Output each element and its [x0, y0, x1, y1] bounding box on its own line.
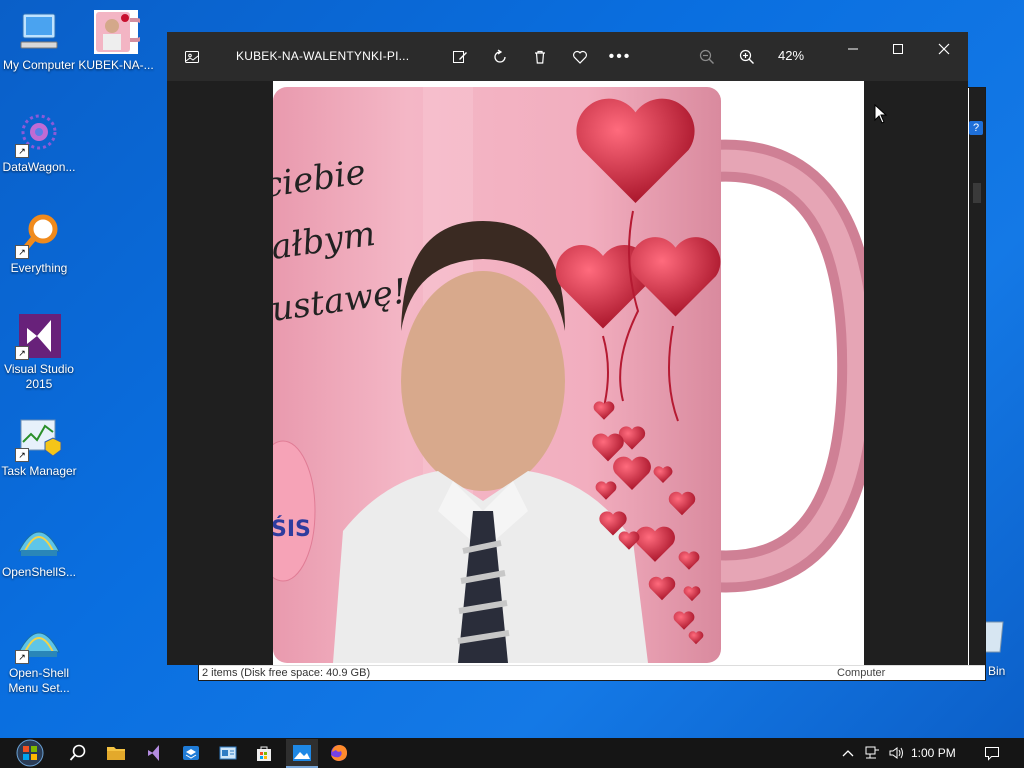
desktop-icon-label: DataWagon... — [2, 160, 76, 174]
image-viewport[interactable]: ciebie ałbym ustawę! ŚIS — [273, 81, 864, 665]
photos-title-bar: KUBEK-NA-WALENTYNKI-PI... ••• 42% — [167, 32, 968, 81]
shortcut-arrow-icon: ↗ — [15, 650, 29, 664]
mouse-cursor-icon — [874, 104, 888, 124]
status-item-count: 2 items (Disk free space: 40.9 GB) — [202, 667, 371, 679]
store-bag-icon — [257, 746, 271, 761]
logo-fragment: ŚIS — [273, 516, 311, 542]
mug-photo: ciebie ałbym ustawę! ŚIS — [273, 87, 864, 663]
shortcut-arrow-icon: ↗ — [15, 346, 29, 360]
status-location: Computer — [837, 667, 886, 679]
action-center-button[interactable] — [978, 741, 1006, 765]
file-name: KUBEK-NA-WALENTYNKI-PI... — [236, 49, 410, 63]
desktop-icon-my-computer[interactable]: My Computer — [0, 8, 78, 73]
windows-orb-icon — [16, 739, 44, 767]
shortcut-arrow-icon: ↗ — [15, 245, 29, 259]
zoom-in-button[interactable] — [732, 42, 762, 72]
rotate-button[interactable] — [485, 42, 515, 72]
desktop-icon-label: Open-Shell Menu Set... — [8, 666, 70, 695]
desktop-icon-openshell-s[interactable]: OpenShellS... — [0, 515, 78, 580]
heart-icon — [573, 50, 587, 64]
shortcut-arrow-icon: ↗ — [15, 144, 29, 158]
show-hidden-icons-button[interactable] — [836, 741, 860, 765]
photos-icon — [293, 744, 311, 761]
image-gallery-icon — [185, 51, 199, 63]
shortcut-arrow-icon: ↗ — [15, 448, 29, 462]
zoom-out-icon — [699, 49, 714, 64]
taskbar-firefox[interactable] — [324, 741, 354, 765]
see-all-photos-button[interactable] — [177, 42, 207, 72]
search-icon — [69, 744, 86, 761]
explorer-status-bar: 2 items (Disk free space: 40.9 GB) Compu… — [199, 665, 985, 680]
trash-icon — [535, 50, 545, 64]
network-button[interactable] — [860, 741, 884, 765]
control-panel-icon — [219, 746, 237, 760]
openshell-shell-icon — [15, 515, 63, 563]
taskbar-app-blue[interactable] — [176, 741, 206, 765]
desktop-icon-label: Bin — [988, 664, 1006, 678]
taskbar-control-panel[interactable] — [213, 741, 243, 765]
minimize-icon — [848, 48, 858, 50]
zoom-out-button[interactable] — [692, 42, 722, 72]
desktop-icon-label: My Computer — [2, 58, 76, 72]
task-manager-icon: ↗ — [15, 414, 63, 462]
firefox-icon — [331, 745, 347, 761]
search-button[interactable] — [63, 741, 93, 765]
favorite-button[interactable] — [565, 42, 595, 72]
close-button[interactable] — [929, 34, 959, 64]
maximize-button[interactable] — [883, 34, 913, 64]
taskbar: 1:00 PM — [0, 738, 1024, 768]
stack-app-icon — [183, 746, 199, 760]
explorer-header-strip: ? — [969, 88, 985, 680]
desktop-icon-visual-studio[interactable]: ↗ Visual Studio 2015 — [0, 312, 78, 392]
taskbar-file-explorer[interactable] — [101, 741, 131, 765]
computer-icon — [15, 8, 63, 56]
desktop-icon-label: OpenShellS... — [1, 565, 77, 579]
image-thumbnail-icon — [92, 8, 148, 56]
rotate-icon — [494, 49, 506, 63]
photos-window[interactable]: KUBEK-NA-WALENTYNKI-PI... ••• 42% ciebie… — [167, 32, 968, 665]
delete-button[interactable] — [525, 42, 555, 72]
desktop-icon-label: Everything — [10, 261, 68, 275]
minimize-button[interactable] — [838, 34, 868, 64]
taskbar-photos-active[interactable] — [286, 739, 318, 768]
maximize-icon — [893, 44, 903, 54]
everything-search-icon: ↗ — [15, 211, 63, 259]
desktop-icon-kubek-image[interactable]: KUBEK-NA-... — [77, 8, 155, 73]
edit-pen-icon — [453, 51, 467, 63]
folder-icon — [107, 747, 125, 760]
visual-studio-icon — [148, 745, 159, 761]
desktop-icon-label: KUBEK-NA-... — [78, 58, 154, 72]
taskbar-store[interactable] — [249, 741, 279, 765]
edit-button[interactable] — [445, 42, 475, 72]
explorer-scrollbar[interactable] — [973, 183, 981, 203]
taskbar-visual-studio[interactable] — [139, 741, 169, 765]
network-icon — [865, 746, 879, 759]
openshell-shell-icon: ↗ — [15, 616, 63, 664]
desktop-icon-datawagon[interactable]: ↗ DataWagon... — [0, 110, 78, 175]
desktop-icon-openshell-menu-settings[interactable]: ↗ Open-Shell Menu Set... — [0, 616, 78, 696]
desktop-icon-label: Visual Studio 2015 — [4, 362, 74, 391]
start-button[interactable] — [12, 738, 48, 768]
desktop-icon-label: Task Manager — [1, 464, 77, 478]
notification-icon — [985, 747, 999, 761]
speaker-icon — [889, 747, 903, 759]
chevron-up-icon — [842, 750, 854, 757]
desktop-icon-everything[interactable]: ↗ Everything — [0, 211, 78, 276]
help-icon[interactable]: ? — [969, 121, 983, 135]
zoom-level[interactable]: 42% — [778, 48, 804, 63]
volume-button[interactable] — [884, 741, 908, 765]
ellipsis-icon: ••• — [608, 48, 632, 65]
datawagon-icon: ↗ — [15, 110, 63, 158]
visual-studio-icon: ↗ — [15, 312, 63, 360]
taskbar-clock[interactable]: 1:00 PM — [911, 746, 956, 760]
close-icon — [938, 43, 950, 55]
zoom-in-icon — [739, 49, 754, 64]
more-options-button[interactable]: ••• — [605, 42, 635, 72]
desktop-icon-task-manager[interactable]: ↗ Task Manager — [0, 414, 78, 479]
